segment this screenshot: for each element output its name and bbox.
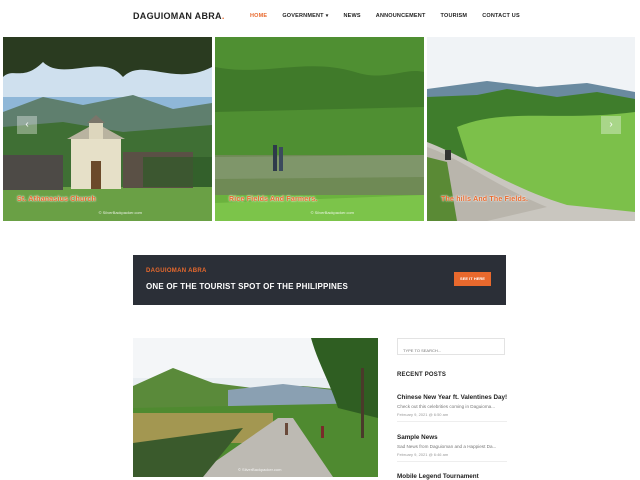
- see-it-here-button[interactable]: SEE IT HERE: [454, 272, 491, 286]
- hero-slider: ‹ St. Athanasius Church © SilverBackpack…: [3, 37, 635, 221]
- slider-prev-arrow[interactable]: ‹: [17, 116, 37, 134]
- slide-church[interactable]: ‹ St. Athanasius Church © SilverBackpack…: [3, 37, 212, 221]
- recent-posts-heading: RECENT POSTS: [397, 372, 447, 378]
- photo-watermark: © SilverBackpacker.com: [238, 467, 282, 472]
- cta-banner: DAGUIOMAN ABRA ONE OF THE TOURIST SPOT O…: [133, 255, 506, 305]
- recent-post-date: February 9, 2021 @ 6:46 am: [397, 452, 449, 457]
- recent-post-item[interactable]: Sample News Sad News from Daguioman and …: [397, 434, 507, 462]
- slide-rice-fields[interactable]: Rice Fields And Farmers. © SilverBackpac…: [215, 37, 424, 221]
- nav-home[interactable]: HOME: [250, 13, 267, 19]
- recent-post-excerpt: Check out this celebrities coming in Dag…: [397, 404, 496, 409]
- recent-post-date: February 9, 2021 @ 6:50 am: [397, 412, 449, 417]
- nav-government[interactable]: GOVERNMENT ▾: [282, 13, 328, 19]
- recent-post-item[interactable]: Chinese New Year ft. Valentines Day! Che…: [397, 394, 507, 422]
- recent-post-title[interactable]: Mobile Legend Tournament: [397, 473, 507, 480]
- slide-caption: St. Athanasius Church: [17, 196, 97, 203]
- featured-post-image[interactable]: © SilverBackpacker.com: [133, 338, 378, 477]
- divider: [397, 421, 507, 422]
- divider: [397, 461, 507, 462]
- photo-watermark: © SilverBackpacker.com: [98, 210, 142, 215]
- road-photo: [133, 338, 378, 477]
- header: DAGUIOMAN ABRA. HOME GOVERNMENT ▾ NEWS AN…: [0, 0, 640, 36]
- banner-subtitle: DAGUIOMAN ABRA: [146, 268, 207, 274]
- recent-post-title[interactable]: Chinese New Year ft. Valentines Day!: [397, 394, 507, 401]
- slide-hills[interactable]: › The hills And The Fields.: [427, 37, 635, 221]
- recent-post-title[interactable]: Sample News: [397, 434, 507, 441]
- site-logo[interactable]: DAGUIOMAN ABRA.: [133, 11, 225, 21]
- banner-title: ONE OF THE TOURIST SPOT OF THE PHILIPPIN…: [146, 282, 349, 291]
- recent-post-item[interactable]: Mobile Legend Tournament: [397, 473, 507, 480]
- chevron-down-icon: ▾: [325, 13, 329, 19]
- recent-post-excerpt: Sad News from Daguioman and a Happiest D…: [397, 444, 497, 449]
- search-box: [397, 338, 505, 358]
- photo-watermark: © SilverBackpacker.com: [310, 210, 354, 215]
- nav-contact-us[interactable]: CONTACT US: [482, 13, 520, 19]
- nav-tourism[interactable]: TOURISM: [441, 13, 468, 19]
- slide-caption: The hills And The Fields.: [441, 196, 529, 203]
- slide-caption: Rice Fields And Farmers.: [229, 196, 318, 203]
- search-input[interactable]: [398, 343, 504, 358]
- nav-news[interactable]: NEWS: [343, 13, 360, 19]
- main-nav: HOME GOVERNMENT ▾ NEWS ANNOUNCEMENT TOURI…: [250, 13, 535, 19]
- nav-announcement[interactable]: ANNOUNCEMENT: [376, 13, 426, 19]
- slider-next-arrow[interactable]: ›: [601, 116, 621, 134]
- rice-fields-photo: [215, 37, 424, 221]
